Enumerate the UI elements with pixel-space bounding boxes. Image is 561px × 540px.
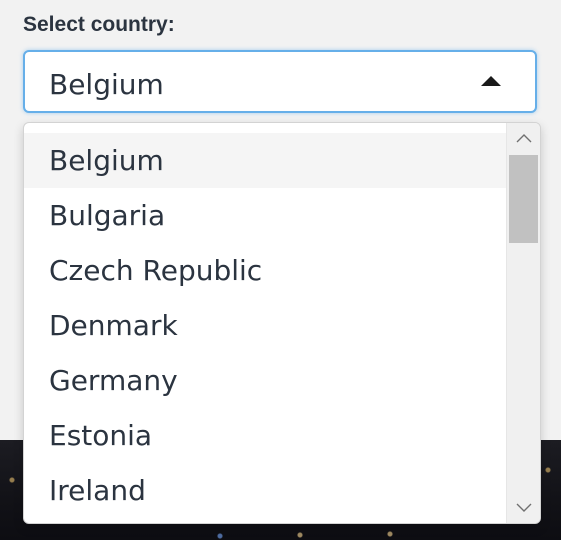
option-ireland[interactable]: Ireland [24, 463, 509, 518]
scroll-thumb[interactable] [509, 155, 538, 243]
options-list: Belgium Bulgaria Czech Republic Denmark … [24, 133, 509, 518]
scroll-down-button[interactable] [507, 493, 540, 523]
selected-value: Belgium [49, 68, 164, 101]
chevron-up-icon [516, 134, 531, 143]
option-belgium[interactable]: Belgium [24, 133, 509, 188]
option-czech-republic[interactable]: Czech Republic [24, 243, 509, 298]
caret-up-icon [481, 76, 501, 86]
scrollbar[interactable] [506, 123, 540, 523]
option-denmark[interactable]: Denmark [24, 298, 509, 353]
option-germany[interactable]: Germany [24, 353, 509, 408]
chevron-down-icon [516, 503, 531, 512]
field-label: Select country: [23, 13, 175, 36]
country-select[interactable]: Belgium [23, 50, 537, 113]
scroll-up-button[interactable] [507, 123, 540, 153]
country-dropdown-list[interactable]: Belgium Bulgaria Czech Republic Denmark … [23, 122, 541, 524]
option-estonia[interactable]: Estonia [24, 408, 509, 463]
option-bulgaria[interactable]: Bulgaria [24, 188, 509, 243]
